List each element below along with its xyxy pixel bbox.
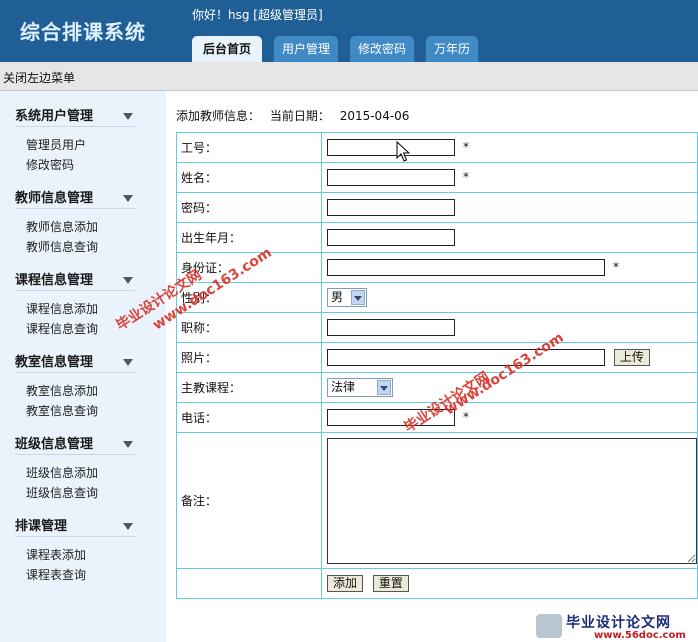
field-label: 姓名： (176, 162, 322, 193)
selected-value: 法律 (331, 380, 356, 394)
date-label: 当前日期： (269, 109, 330, 123)
sidebar-group-title: 系统用户管理 (15, 109, 94, 124)
sidebar-group-title: 排课管理 (15, 519, 68, 534)
employee-id-input[interactable] (327, 139, 455, 156)
chevron-down-icon (123, 195, 133, 202)
field-label: 备注： (176, 432, 322, 569)
sidebar-item-class-add[interactable]: 班级信息添加 (26, 464, 98, 481)
chevron-down-icon (123, 277, 133, 284)
form-row: 职称： (176, 312, 698, 343)
gender-select[interactable]: 男 (327, 288, 367, 307)
logo-name: 毕业设计论文网 (566, 615, 671, 631)
required-mark: * (463, 410, 469, 424)
sidebar-item-course-add[interactable]: 课程信息添加 (26, 300, 98, 317)
sidebar-group-classroom-info[interactable]: 教室信息管理 (15, 350, 135, 373)
form-row: 性别： 男 (176, 282, 698, 313)
field-label: 电话： (176, 402, 322, 433)
tab-change-password[interactable]: 修改密码 (350, 36, 414, 62)
upload-button[interactable]: 上传 (613, 349, 650, 366)
logo-icon (536, 614, 562, 638)
title-input[interactable] (327, 319, 455, 336)
mouse-cursor-icon (396, 141, 410, 162)
chevron-down-icon (123, 441, 133, 448)
page-caption: 添加教师信息： 当前日期： 2015-04-06 (176, 107, 415, 124)
sidebar-group-title: 课程信息管理 (15, 273, 94, 288)
greeting-text: 你好！hsg [超级管理员] (192, 8, 323, 22)
sidebar: 系统用户管理 管理员用户 修改密码 教师信息管理 教师信息添加 教师信息查询 课… (0, 91, 166, 642)
chevron-down-icon (377, 380, 391, 395)
sidebar-group-course-info[interactable]: 课程信息管理 (15, 268, 135, 291)
form-row: 照片： 上传 (176, 342, 698, 373)
sidebar-group-title: 班级信息管理 (15, 437, 94, 452)
sidebar-item-classroom-query[interactable]: 教室信息查询 (26, 402, 98, 419)
chevron-down-icon (351, 290, 365, 305)
date-value: 2015-04-06 (339, 109, 410, 123)
sidebar-group-teacher-info[interactable]: 教师信息管理 (15, 186, 135, 209)
field-label: 照片： (176, 342, 322, 373)
sub-toolbar: 关闭左边菜单 (0, 62, 698, 91)
add-button[interactable]: 添加 (327, 575, 364, 592)
app-title: 综合排课系统 (20, 20, 146, 44)
tab-home[interactable]: 后台首页 (192, 36, 262, 62)
sidebar-group-title: 教师信息管理 (15, 191, 94, 206)
header-bar: 综合排课系统 你好！hsg [超级管理员] 后台首页 用户管理 修改密码 万年历 (0, 0, 698, 62)
footer-logo: 毕业设计论文网 www.56doc.com (536, 612, 698, 642)
sidebar-item-course-query[interactable]: 课程信息查询 (26, 320, 98, 337)
form-row: 添加 重置 (176, 568, 698, 599)
sidebar-group-system-users[interactable]: 系统用户管理 (15, 104, 135, 127)
form-row: 出生年月： (176, 222, 698, 253)
name-input[interactable] (327, 169, 455, 186)
tab-calendar[interactable]: 万年历 (426, 36, 478, 62)
teacher-form: 工号： * 姓名： * 密码： 出生年月： 身份证： * 性别： 男 职称： 照… (176, 132, 698, 599)
field-label: 工号： (176, 132, 322, 163)
form-row: 备注： (176, 432, 698, 569)
selected-value: 男 (331, 290, 344, 304)
form-row: 密码： (176, 192, 698, 223)
sidebar-group-class-info[interactable]: 班级信息管理 (15, 432, 135, 455)
photo-path-input[interactable] (327, 349, 605, 366)
sidebar-item-teacher-add[interactable]: 教师信息添加 (26, 218, 98, 235)
sidebar-item-classroom-add[interactable]: 教室信息添加 (26, 382, 98, 399)
id-card-input[interactable] (327, 259, 605, 276)
chevron-down-icon (123, 359, 133, 366)
required-mark: * (463, 140, 469, 154)
tab-user-management[interactable]: 用户管理 (274, 36, 338, 62)
sidebar-item-timetable-add[interactable]: 课程表添加 (26, 546, 86, 563)
required-mark: * (463, 170, 469, 184)
sidebar-item-class-query[interactable]: 班级信息查询 (26, 484, 98, 501)
password-input[interactable] (327, 199, 455, 216)
form-row: 姓名： * (176, 162, 698, 193)
birth-date-input[interactable] (327, 229, 455, 246)
chevron-down-icon (123, 523, 133, 530)
close-left-menu-link[interactable]: 关闭左边菜单 (3, 69, 75, 86)
field-label: 职称： (176, 312, 322, 343)
field-label: 出生年月： (176, 222, 322, 253)
required-mark: * (613, 260, 619, 274)
main-course-select[interactable]: 法律 (327, 378, 393, 397)
field-label: 主教课程： (176, 372, 322, 403)
sidebar-item-timetable-query[interactable]: 课程表查询 (26, 566, 86, 583)
sidebar-item-teacher-query[interactable]: 教师信息查询 (26, 238, 98, 255)
remarks-textarea[interactable] (327, 437, 697, 564)
sidebar-group-title: 教室信息管理 (15, 355, 94, 370)
reset-button[interactable]: 重置 (372, 575, 409, 592)
chevron-down-icon (123, 113, 133, 120)
sidebar-item-admin-users[interactable]: 管理员用户 (26, 136, 86, 153)
field-label: 密码： (176, 192, 322, 223)
page-title: 添加教师信息： (176, 109, 261, 123)
sidebar-group-scheduling[interactable]: 排课管理 (15, 514, 135, 537)
logo-url: www.56doc.com (594, 630, 686, 641)
form-row: 工号： * (176, 132, 698, 163)
sidebar-item-change-password[interactable]: 修改密码 (26, 156, 74, 173)
